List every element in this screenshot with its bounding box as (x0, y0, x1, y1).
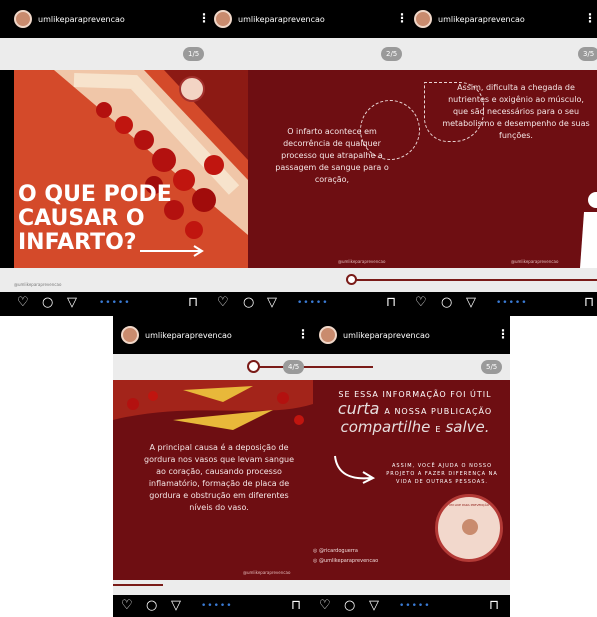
credit-text: @umlikeparaprevencao (338, 259, 386, 264)
bookmark-icon[interactable]: ⊓ (291, 599, 301, 613)
carousel-dots: ••••• (99, 298, 131, 308)
avatar (414, 10, 432, 28)
progress-line (351, 279, 597, 281)
post-account-1[interactable]: umlikeparaprevencao (14, 10, 125, 28)
slide-4-text: A principal causa é a deposição de gordu… (143, 443, 295, 512)
counter-bar: 1/5 2/5 3/5 (0, 38, 597, 70)
top-strip: umlikeparaprevencao ⋮ umlikeparaprevenca… (0, 0, 597, 316)
slide-2-text: O infarto acontece em decorrência de qua… (275, 127, 389, 184)
heart-icon[interactable]: ♡ (415, 296, 427, 310)
avatar (319, 326, 337, 344)
progress-line (253, 366, 373, 368)
comment-icon[interactable]: ○ (146, 599, 157, 613)
avatar (121, 326, 139, 344)
credit-text: @umlikeparaprevencao (511, 259, 559, 264)
slide-3-text: Assim, dificulta a chegada de nutrientes… (442, 83, 590, 140)
bottom-header: umlikeparaprevencao ⋮ umlikeparaprevenca… (113, 316, 510, 354)
post-account-4[interactable]: umlikeparaprevencao (121, 326, 232, 344)
more-icon[interactable]: ⋮ (297, 327, 309, 341)
cta-block: SE ESSA INFORMAÇÃO FOI ÚTIL curta A NOSS… (325, 390, 505, 436)
share-icon[interactable]: ▽ (466, 296, 476, 310)
slide-1: O QUE PODE CAUSAR O INFARTO? (14, 70, 248, 268)
instagram-handle: ◎ @ricardoguerra (313, 548, 358, 554)
bookmark-icon[interactable]: ⊓ (584, 296, 594, 310)
post-account-3[interactable]: umlikeparaprevencao (414, 10, 525, 28)
logo-figure-icon (462, 519, 478, 535)
share-icon[interactable]: ▽ (267, 296, 277, 310)
blood-vessel-illustration (113, 380, 313, 430)
cta-salve: salve. (445, 418, 490, 436)
account-name: umlikeparaprevencao (145, 330, 232, 340)
arrow-icon (334, 455, 376, 484)
bookmark-icon[interactable]: ⊓ (188, 296, 198, 310)
handle-text: @ricardoguerra (318, 548, 358, 554)
progress-knob[interactable] (247, 360, 260, 373)
account-name: umlikeparaprevencao (343, 330, 430, 340)
heart-icon[interactable]: ♡ (217, 296, 229, 310)
more-icon[interactable]: ⋮ (198, 11, 210, 25)
title-line: O QUE PODE (18, 182, 172, 207)
comment-icon[interactable]: ○ (42, 296, 53, 310)
avatar (214, 10, 232, 28)
instagram-handle: ◎ @umlikeparaprevencao (313, 558, 379, 564)
bookmark-icon[interactable]: ⊓ (489, 599, 499, 613)
counter-bar: 4/5 5/5 (113, 354, 510, 380)
carousel-dots: ••••• (201, 601, 233, 611)
post-account-2[interactable]: umlikeparaprevencao (214, 10, 325, 28)
comment-icon[interactable]: ○ (243, 296, 254, 310)
top-header: umlikeparaprevencao ⋮ umlikeparaprevenca… (0, 0, 597, 38)
action-bar: ♡ ○ ▽ ••••• ⊓ ♡ ○ ▽ ••••• ⊓ (113, 595, 510, 617)
progress-bar-area (113, 580, 510, 595)
carousel-dots: ••••• (297, 298, 329, 308)
share-icon[interactable]: ▽ (369, 599, 379, 613)
slide-counter: 3/5 (578, 47, 597, 61)
cta-line-2: A NOSSA PUBLICAÇÃO (384, 407, 493, 416)
action-bar: ♡ ○ ▽ ••••• ⊓ ♡ ○ ▽ ••••• ⊓ ♡ ○ ▽ ••••• … (0, 292, 597, 316)
cta-e: E (435, 425, 441, 434)
account-name: umlikeparaprevencao (38, 14, 125, 24)
bottom-strip: umlikeparaprevencao ⋮ umlikeparaprevenca… (113, 316, 510, 617)
account-name: umlikeparaprevencao (238, 14, 325, 24)
slide-counter: 2/5 (381, 47, 403, 61)
progress-knob[interactable] (346, 274, 357, 285)
cta-line-1: SE ESSA INFORMAÇÃO FOI ÚTIL (338, 390, 492, 399)
bookmark-icon[interactable]: ⊓ (386, 296, 396, 310)
logo-badge: UM LIKE PARA PREVENÇÃO (435, 494, 503, 562)
handle-text: @umlikeparaprevencao (318, 558, 379, 564)
heart-icon[interactable]: ♡ (17, 296, 29, 310)
credit-text: @umlikeparaprevencao (14, 282, 62, 287)
logo-icon (179, 76, 205, 102)
slide-counter: 4/5 (283, 360, 305, 374)
more-icon[interactable]: ⋮ (497, 327, 509, 341)
slide-2: O infarto acontece em decorrência de qua… (248, 70, 597, 268)
share-icon[interactable]: ▽ (171, 599, 181, 613)
carousel-dots: ••••• (399, 601, 431, 611)
arrow-icon (140, 245, 204, 257)
progress-bar-area: @umlikeparaprevencao (0, 268, 597, 292)
slide-counter: 1/5 (183, 47, 205, 61)
slide-4-5: A principal causa é a deposição de gordu… (113, 380, 510, 580)
more-icon[interactable]: ⋮ (584, 11, 596, 25)
title-line: CAUSAR O (18, 206, 145, 231)
carousel-dots: ••••• (496, 298, 528, 308)
person-icon (580, 192, 597, 268)
comment-icon[interactable]: ○ (441, 296, 452, 310)
slide-counter: 5/5 (481, 360, 503, 374)
credit-text: @umlikeparaprevencao (243, 570, 291, 575)
post-account-5[interactable]: umlikeparaprevencao (319, 326, 430, 344)
share-icon[interactable]: ▽ (67, 296, 77, 310)
avatar (14, 10, 32, 28)
cta-curta: curta (337, 399, 380, 418)
logo-text: UM LIKE PARA PREVENÇÃO (448, 503, 490, 507)
progress-line (113, 584, 163, 586)
heart-icon[interactable]: ♡ (319, 599, 331, 613)
cta-small-text: ASSIM, VOCÊ AJUDA O NOSSO PROJETO A FAZE… (386, 463, 498, 485)
comment-icon[interactable]: ○ (344, 599, 355, 613)
cta-compartilhe: compartilhe (340, 418, 431, 436)
heart-icon[interactable]: ♡ (121, 599, 133, 613)
more-icon[interactable]: ⋮ (396, 11, 408, 25)
account-name: umlikeparaprevencao (438, 14, 525, 24)
